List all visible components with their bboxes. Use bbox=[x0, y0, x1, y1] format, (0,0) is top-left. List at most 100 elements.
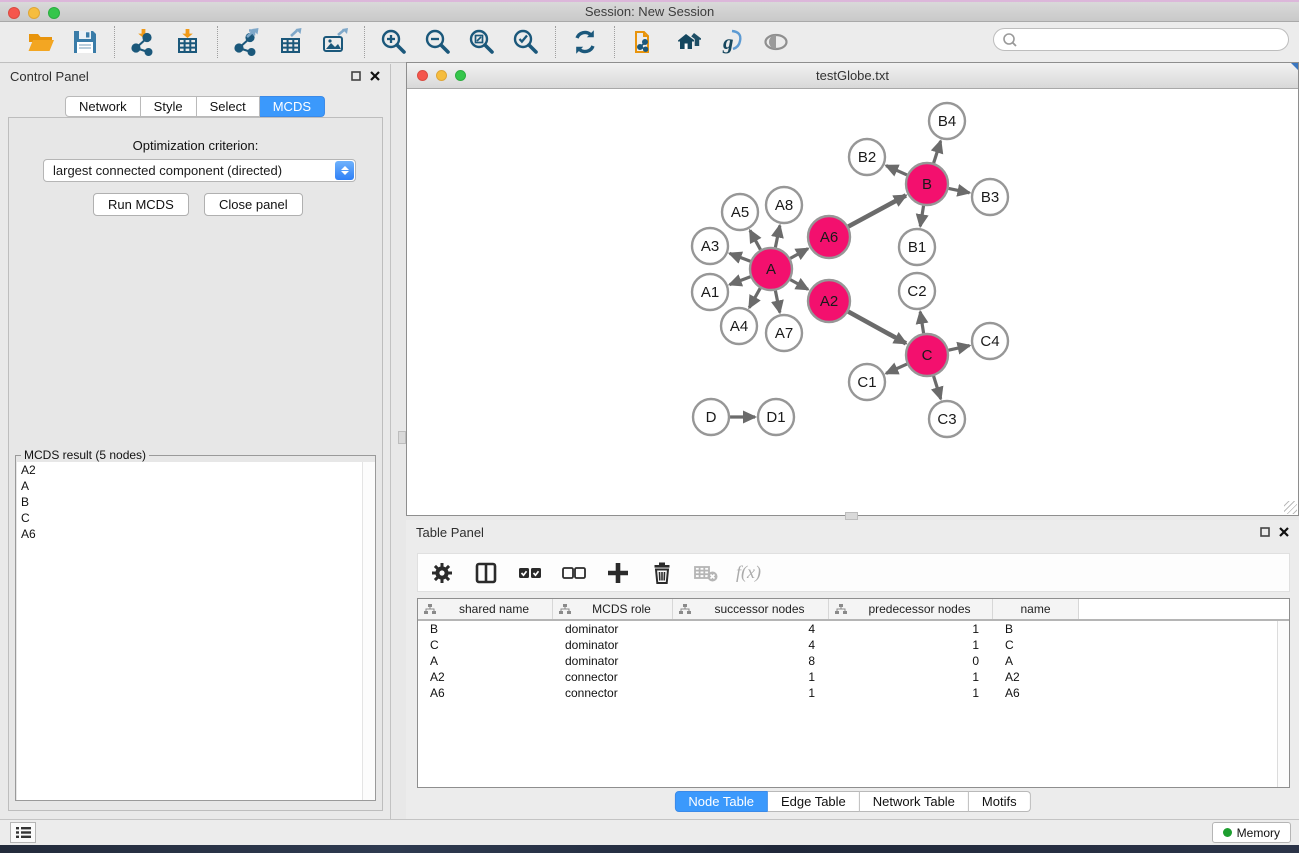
close-panel-icon[interactable] bbox=[370, 71, 380, 81]
import-table-button[interactable] bbox=[173, 27, 203, 57]
home-button[interactable] bbox=[673, 27, 703, 57]
graph-edge-C-C2[interactable] bbox=[920, 312, 923, 334]
add-row-button[interactable] bbox=[604, 559, 632, 587]
cell-shared_name[interactable]: A2 bbox=[418, 670, 553, 684]
cell-successor_nodes[interactable]: 4 bbox=[673, 638, 829, 652]
graph-edge-A-A1[interactable] bbox=[730, 277, 751, 285]
graph-node-C4[interactable]: C4 bbox=[972, 323, 1008, 359]
cell-mcds_role[interactable]: dominator bbox=[553, 622, 673, 636]
cell-predecessor_nodes[interactable]: 1 bbox=[829, 622, 993, 636]
float-table-panel-icon[interactable] bbox=[1260, 527, 1270, 537]
graph-node-A3[interactable]: A3 bbox=[692, 228, 728, 264]
table-row[interactable]: Adominator80A bbox=[418, 653, 1289, 669]
graph-edge-B-B1[interactable] bbox=[920, 206, 923, 227]
table-row[interactable]: Bdominator41B bbox=[418, 621, 1289, 637]
table-row[interactable]: Cdominator41C bbox=[418, 637, 1289, 653]
zoom-selected-button[interactable] bbox=[511, 27, 541, 57]
graph-node-A2[interactable]: A2 bbox=[808, 280, 850, 322]
graph-edge-A2-C[interactable] bbox=[848, 312, 906, 344]
horizontal-splitter-handle[interactable] bbox=[845, 512, 858, 520]
graph-edge-A-A7[interactable] bbox=[775, 291, 779, 313]
network-maximize-button[interactable] bbox=[455, 70, 466, 81]
graph-edge-A-A8[interactable] bbox=[775, 226, 779, 248]
select-all-button[interactable] bbox=[516, 559, 544, 587]
network-graph[interactable]: B4 B2 B B3 A5 A8 A6 A3 A B1 A1 A2 C2 bbox=[407, 89, 1298, 515]
export-image-button[interactable] bbox=[320, 27, 350, 57]
graph-node-A[interactable]: A bbox=[750, 248, 792, 290]
graph-node-B[interactable]: B bbox=[906, 163, 948, 205]
network-canvas[interactable]: B4 B2 B B3 A5 A8 A6 A3 A B1 A1 A2 C2 bbox=[407, 89, 1298, 515]
eye-button[interactable] bbox=[761, 27, 791, 57]
task-history-button[interactable] bbox=[10, 822, 36, 843]
memory-button[interactable]: Memory bbox=[1212, 822, 1291, 843]
gene-ontology-button[interactable]: g bbox=[717, 27, 747, 57]
cell-predecessor_nodes[interactable]: 1 bbox=[829, 686, 993, 700]
cell-successor_nodes[interactable]: 1 bbox=[673, 670, 829, 684]
export-table-button[interactable] bbox=[276, 27, 306, 57]
save-session-button[interactable] bbox=[70, 27, 100, 57]
graph-edge-B-B2[interactable] bbox=[886, 166, 907, 175]
zoom-in-button[interactable] bbox=[379, 27, 409, 57]
graph-edge-C-C4[interactable] bbox=[948, 346, 969, 351]
network-snapshot-button[interactable] bbox=[629, 27, 659, 57]
columns-button[interactable] bbox=[472, 559, 500, 587]
graph-node-A1[interactable]: A1 bbox=[692, 274, 728, 310]
mcds-result-item[interactable]: C bbox=[17, 510, 375, 526]
zoom-out-button[interactable] bbox=[423, 27, 453, 57]
graph-edge-A-A2[interactable] bbox=[790, 280, 808, 290]
delete-table-button[interactable] bbox=[692, 559, 720, 587]
mcds-result-item[interactable]: A bbox=[17, 478, 375, 494]
graph-edge-C-C3[interactable] bbox=[934, 376, 941, 399]
result-scrollbar[interactable] bbox=[362, 462, 375, 800]
column-header-shared-name[interactable]: shared name bbox=[418, 599, 553, 619]
graph-node-D1[interactable]: D1 bbox=[758, 399, 794, 435]
window-controls[interactable] bbox=[8, 7, 60, 19]
mcds-result-item[interactable]: A2 bbox=[17, 462, 375, 478]
cell-name[interactable]: A2 bbox=[993, 670, 1079, 684]
vertical-splitter-handle[interactable] bbox=[398, 431, 406, 444]
tab-mcds[interactable]: MCDS bbox=[260, 96, 325, 117]
tab-network[interactable]: Network bbox=[65, 96, 141, 117]
cell-mcds_role[interactable]: connector bbox=[553, 670, 673, 684]
table-row[interactable]: A2connector11A2 bbox=[418, 669, 1289, 685]
network-minimize-button[interactable] bbox=[436, 70, 447, 81]
column-header-successor-nodes[interactable]: successor nodes bbox=[673, 599, 829, 619]
export-network-button[interactable] bbox=[232, 27, 262, 57]
network-window-titlebar[interactable]: testGlobe.txt bbox=[407, 63, 1298, 89]
mcds-result-item[interactable]: B bbox=[17, 494, 375, 510]
run-mcds-button[interactable]: Run MCDS bbox=[93, 193, 189, 216]
graph-edge-A-A5[interactable] bbox=[750, 230, 760, 249]
cell-name[interactable]: C bbox=[993, 638, 1079, 652]
cell-shared_name[interactable]: A bbox=[418, 654, 553, 668]
graph-edge-C-C1[interactable] bbox=[886, 364, 907, 373]
cell-name[interactable]: A6 bbox=[993, 686, 1079, 700]
cell-predecessor_nodes[interactable]: 1 bbox=[829, 670, 993, 684]
tab-motifs[interactable]: Motifs bbox=[969, 791, 1031, 812]
column-header-predecessor-nodes[interactable]: predecessor nodes bbox=[829, 599, 993, 619]
resize-grip[interactable] bbox=[1284, 501, 1297, 514]
cell-predecessor_nodes[interactable]: 1 bbox=[829, 638, 993, 652]
table-row[interactable]: A6connector11A6 bbox=[418, 685, 1289, 701]
graph-node-B2[interactable]: B2 bbox=[849, 139, 885, 175]
graph-edge-A-A3[interactable] bbox=[730, 253, 751, 261]
refresh-button[interactable] bbox=[570, 27, 600, 57]
gear-button[interactable] bbox=[428, 559, 456, 587]
tab-style[interactable]: Style bbox=[141, 96, 197, 117]
graph-node-A6[interactable]: A6 bbox=[808, 216, 850, 258]
graph-edge-B-B3[interactable] bbox=[949, 188, 970, 192]
graph-edge-A6-B[interactable] bbox=[848, 195, 906, 226]
column-header-MCDS-role[interactable]: MCDS role bbox=[553, 599, 673, 619]
table-scrollbar[interactable] bbox=[1277, 621, 1289, 787]
open-session-button[interactable] bbox=[26, 27, 56, 57]
zoom-fit-button[interactable] bbox=[467, 27, 497, 57]
deselect-all-button[interactable] bbox=[560, 559, 588, 587]
import-network-button[interactable] bbox=[129, 27, 159, 57]
graph-node-A7[interactable]: A7 bbox=[766, 315, 802, 351]
graph-node-C2[interactable]: C2 bbox=[899, 273, 935, 309]
cell-name[interactable]: A bbox=[993, 654, 1079, 668]
cell-mcds_role[interactable]: connector bbox=[553, 686, 673, 700]
column-header-name[interactable]: name bbox=[993, 599, 1079, 619]
graph-node-A8[interactable]: A8 bbox=[766, 187, 802, 223]
graph-edge-B-B4[interactable] bbox=[934, 141, 941, 163]
graph-node-C[interactable]: C bbox=[906, 334, 948, 376]
